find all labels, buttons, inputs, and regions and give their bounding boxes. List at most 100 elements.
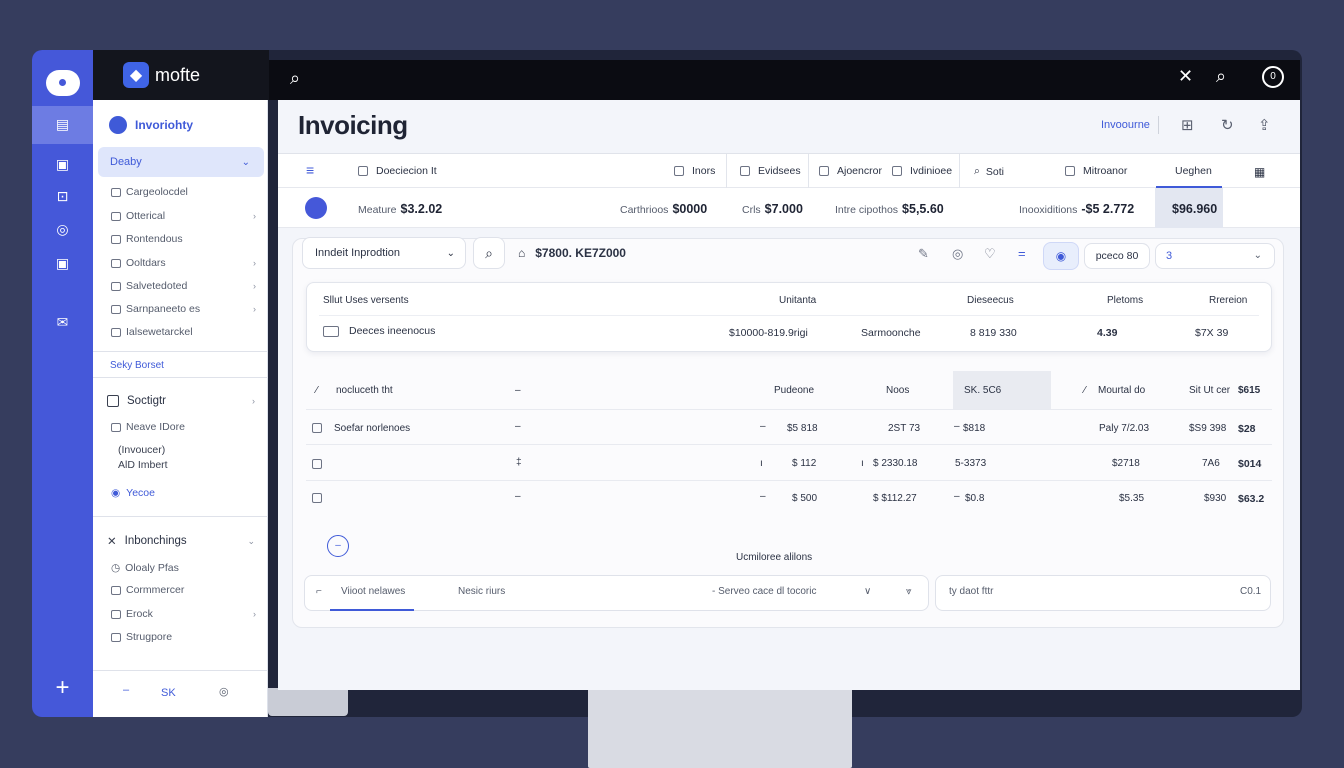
close-icon[interactable]: ✕ [1178,66,1193,87]
expand-icon[interactable]: ⩔ [906,586,912,597]
sidebar-group-settings[interactable]: Soctigtr › [107,395,255,407]
checkbox[interactable] [674,166,684,176]
lock-icon: ⌂ [518,246,526,260]
calendar-icon[interactable]: ▤ [32,116,93,133]
plus-icon[interactable]: + [32,674,93,702]
tab[interactable]: Evidsees [740,165,801,177]
tab[interactable]: ⌕ Soti [974,165,1004,178]
search-icon[interactable]: ⌕ [290,68,300,89]
sidebar-item[interactable]: Otterical › [111,210,256,222]
sidebar-item[interactable]: Ialsewetarckel [111,326,256,338]
sidebar-item[interactable]: Cormmercer [111,584,256,596]
briefcase-icon[interactable]: ▣ [32,156,93,173]
sidebar-item-label: Salvetedoted [126,280,188,292]
minus-icon[interactable]: – [123,684,129,696]
tab[interactable]: Ivdinioee [892,165,952,177]
tab[interactable]: Ajoencror [819,165,882,177]
chevron-down-icon: ⌄ [446,247,455,259]
sidebar-item[interactable]: Ooltdars › [111,257,256,269]
sidebar-item[interactable]: Erock › [111,608,256,620]
camera-icon[interactable]: ◎ [952,246,963,262]
sidebar-footer-label[interactable]: SK [161,687,176,699]
filter-search-button[interactable]: ⌕ [473,237,505,269]
sidebar-header-label: Invoriohty [135,118,194,132]
filter-chip[interactable]: pceco 80 [1084,243,1150,269]
sidebar-group-settings-2[interactable]: ✕ Inbonchings ⌄ [107,534,255,548]
summary-label: Inooxiditions [1019,204,1078,216]
sidebar-item[interactable]: Strugpore [111,631,256,643]
heart-icon[interactable]: ♡ [984,246,996,262]
line-cell: $ $112.27 [873,493,917,504]
line-cell: $28 [1238,423,1256,435]
chevron-down-icon: ⌄ [247,535,255,546]
window-topbar [93,60,1300,100]
row-checkbox[interactable] [312,459,322,469]
tab[interactable]: Inors [674,165,715,177]
chevron-down-icon: ⌄ [241,156,250,168]
sidebar-item[interactable]: Rontendous [111,233,256,245]
checkbox[interactable] [740,166,750,176]
menu-icon[interactable]: ≡ [306,162,314,178]
compass-icon[interactable]: ◎ [219,685,229,698]
checkbox[interactable] [1065,166,1075,176]
add-line-button[interactable]: – [327,535,349,557]
sidebar-item[interactable]: ◉ Yecoe [111,487,256,499]
line-cell: 7A6 [1202,458,1220,469]
brand[interactable]: ◆ mofte [93,50,269,100]
checkbox[interactable] [358,166,368,176]
checkbox[interactable] [819,166,829,176]
checkbox[interactable] [892,166,902,176]
equals-icon[interactable]: = [1018,246,1026,261]
card-divider [319,315,1259,316]
row-checkbox[interactable] [312,493,322,503]
summary-value: $3.2.02 [400,202,443,216]
filter-dropdown[interactable]: 3 ⌄ [1155,243,1275,269]
header-link[interactable]: Invoourne [1101,119,1150,131]
grid-view-icon[interactable]: ⊞ [1181,116,1194,134]
sidebar-item[interactable]: Cargeolocdel [111,186,256,198]
line-cell: $ 2330.18 [873,458,918,469]
user-icon[interactable]: 0 [1262,66,1284,88]
notes-tab[interactable]: Viioot nelawes [341,586,405,597]
chevron-down-icon[interactable]: ∨ [864,586,871,597]
search-icon-right[interactable]: ⌕ [1216,66,1226,87]
side-note: ty daot fttr [949,586,994,597]
sidebar-item-active[interactable]: Deaby ⌄ [98,147,264,177]
calendar-icon[interactable]: ▦ [1254,165,1265,179]
sidebar-item[interactable]: Salvetedoted › [111,280,256,292]
share-icon[interactable]: ⇪ [1258,116,1271,134]
filter-select[interactable]: Inndeit Inprodtion ⌄ [302,237,466,269]
pen-icon[interactable]: ✎ [918,246,929,262]
settings-icon[interactable]: ◎ [32,221,93,238]
monitor-edge [268,688,348,716]
target-icon[interactable]: ◉ [1043,242,1079,270]
row-checkbox[interactable] [312,423,322,433]
notes-text: Nesic riurs [458,586,506,597]
summary-item: Crls $7.000 [742,202,803,216]
refresh-icon[interactable]: ↻ [1221,116,1234,134]
mail-icon[interactable]: ✉ [32,314,93,331]
row-divider [306,480,1272,481]
header-divider [1158,116,1159,134]
status-dot-icon[interactable] [305,197,327,219]
folder-icon [111,609,121,619]
tab[interactable]: Doeciecion It [358,165,437,177]
card-cell: Sarmoonche [861,327,921,339]
summary-card: Sllut Uses versents Unitanta Dieseecus P… [306,282,1272,352]
notes-text: - Serveo cace dl tocoric [712,586,817,597]
tab-active[interactable]: Ueghen [1175,165,1212,177]
chevron-down-icon: ⌄ [1253,250,1262,261]
line-cell: $5 818 [787,423,818,434]
card-row-name[interactable]: Deeces ineenocus [323,325,435,337]
sidebar-item[interactable]: Sarnpaneeto es › [111,303,256,315]
sidebar: Invoriohty Deaby ⌄ Cargeolocdel Otterica… [93,100,268,717]
sidebar-header[interactable]: Invoriohty [109,116,193,134]
grid-icon[interactable]: ⊡ [32,188,93,205]
card-row-label: Deeces ineenocus [349,325,436,337]
sidebar-item[interactable]: Neave IDore [111,421,256,433]
sidebar-item[interactable]: ◷ Oloaly Pfas [111,562,256,574]
summary-value: $0000 [672,202,708,216]
summary-item: Inooxiditions -$5 2.772 [1019,202,1134,216]
tag-icon[interactable]: ▣ [32,255,93,272]
tab[interactable]: Mitroanor [1065,165,1127,177]
